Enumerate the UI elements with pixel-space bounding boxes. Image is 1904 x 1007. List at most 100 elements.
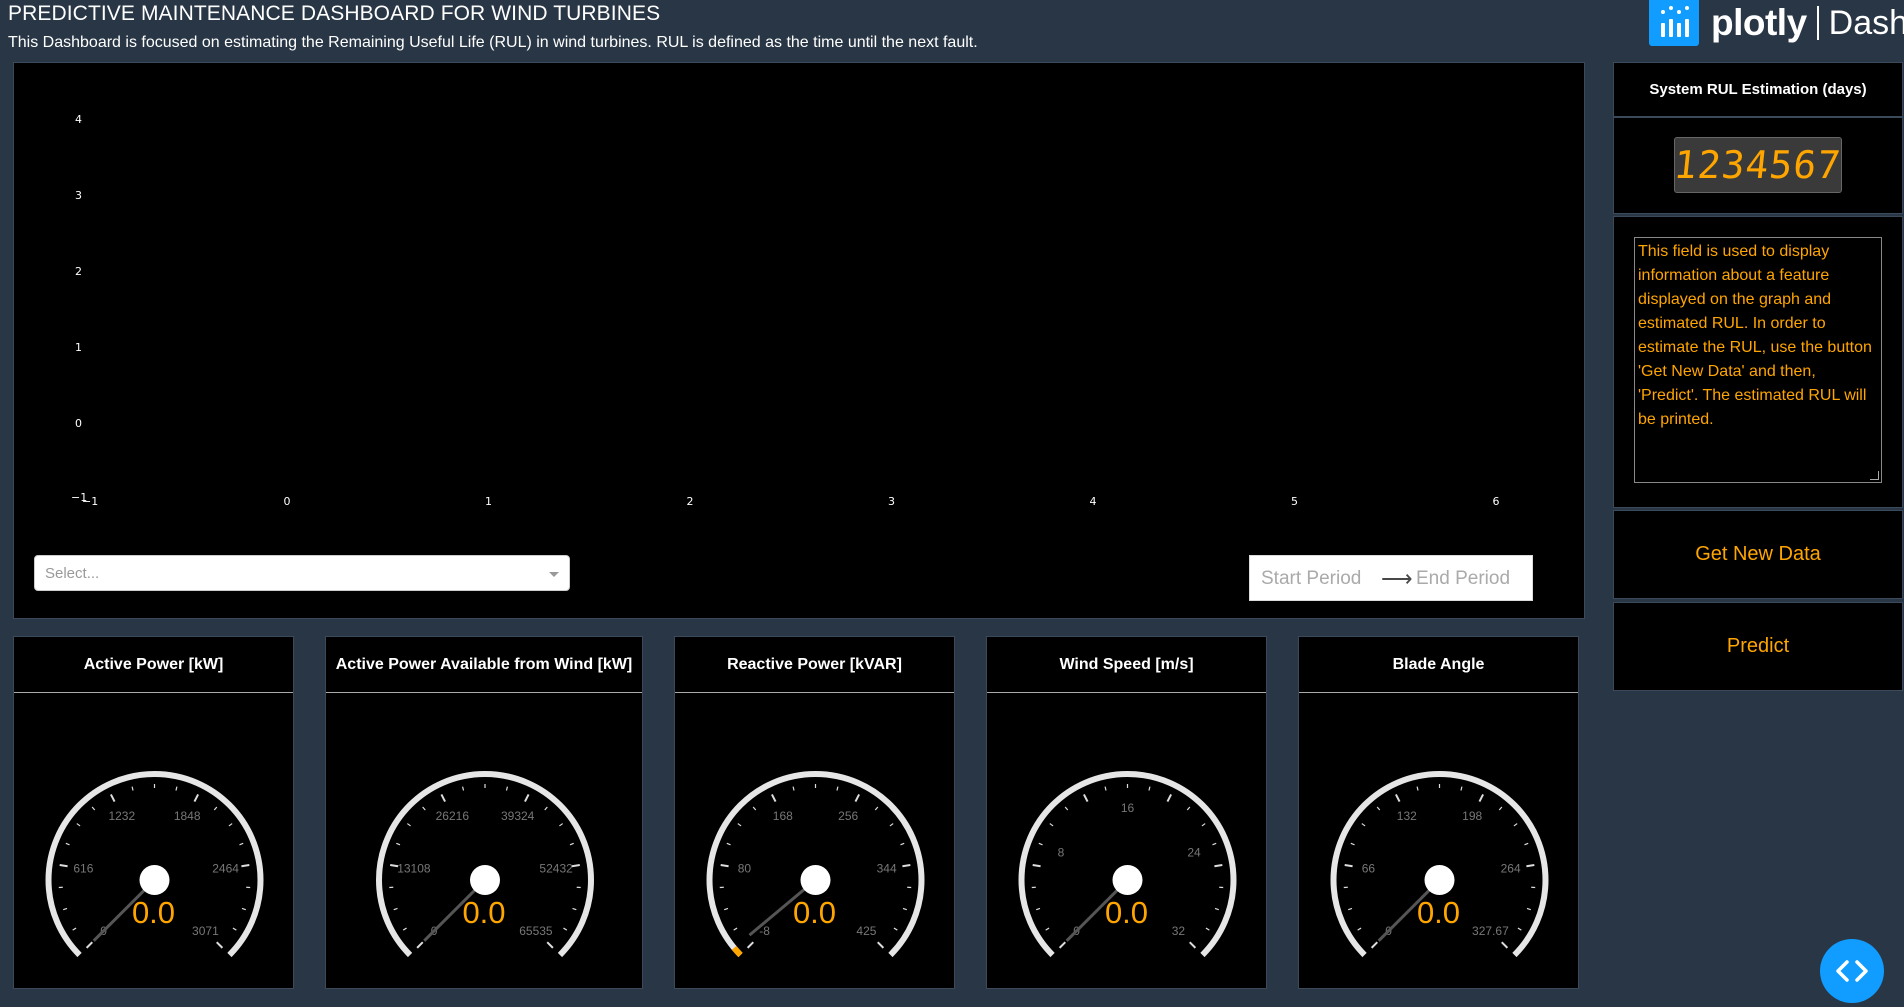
gauge-title: Active Power [kW] [14, 637, 293, 693]
gauge-tick [76, 823, 81, 827]
gauge-tick [737, 823, 742, 827]
chevron-down-icon[interactable] [549, 572, 559, 577]
gauge-tick [406, 823, 411, 827]
gauge-tick [505, 786, 508, 791]
gauge-tick [1513, 823, 1518, 827]
x-axis-tick: 5 [1291, 495, 1298, 508]
gauge-tick [1032, 863, 1041, 868]
gauge-tick-label: 1232 [108, 809, 135, 823]
gauge-tick [175, 786, 178, 791]
gauge-tick-label: 198 [1462, 809, 1482, 823]
gauge-title: Wind Speed [m/s] [987, 637, 1266, 693]
gauge-card: Reactive Power [kVAR] -8 80 168 256 344 425 0.0 [674, 636, 955, 989]
y-axis-tick: 3 [75, 189, 82, 202]
gauge-tick [59, 863, 68, 868]
gauge-tick-label: 132 [1397, 809, 1417, 823]
gauge-card: Active Power Available from Wind [kW]013… [325, 636, 643, 989]
x-axis-tick: −1 [82, 495, 99, 508]
gauge-tick [1049, 823, 1054, 827]
gauge-tick [569, 842, 574, 846]
gauge-title: Reactive Power [kVAR] [675, 637, 954, 693]
gauge-tick-label: 13108 [397, 862, 431, 876]
dash-debug-menu-button[interactable] [1820, 939, 1884, 1003]
gauge-tick [416, 941, 424, 949]
gauge-title: Active Power Available from Wind [kW] [326, 637, 642, 693]
gauge-tick-label: 1848 [174, 809, 201, 823]
feature-select-placeholder: Select... [45, 565, 100, 582]
gauge-dial: 01310826216393245243265535 [376, 771, 594, 958]
gauge-dial: 06161232184824643071 [45, 771, 264, 958]
y-axis-tick: 2 [75, 265, 82, 278]
predict-button[interactable]: Predict [1613, 602, 1903, 691]
resize-handle-icon[interactable] [1870, 471, 1879, 480]
gauge-tick [241, 863, 250, 868]
plotly-wordmark: plotly [1711, 2, 1807, 43]
logo-divider [1816, 6, 1819, 40]
gauge-tick [524, 794, 530, 803]
rul-display-box: 1234567 [1613, 117, 1903, 214]
gauge-tick [1526, 863, 1535, 868]
gauge-tick [1058, 941, 1066, 949]
gauge-tick-label: 24 [1187, 845, 1201, 859]
gauge-tick-label: 26216 [436, 809, 470, 823]
gauge-tick [902, 863, 911, 868]
gauge-title: Blade Angle [1299, 637, 1578, 693]
gauge-tick [1501, 941, 1509, 949]
gauge-tick [1104, 786, 1107, 791]
gauge-tick [1344, 863, 1353, 868]
gauge-tick [1189, 941, 1197, 949]
gauge-tick [1166, 794, 1172, 803]
gauge-level [731, 946, 743, 958]
gauge-tick [65, 842, 70, 846]
gauge-tick [571, 863, 580, 868]
y-axis-tick: 1 [75, 341, 82, 354]
code-brackets-icon [1836, 960, 1868, 982]
gauge-tick-label: 66 [1362, 862, 1376, 876]
gauge-tick-label: 344 [877, 862, 897, 876]
info-box: This field is used to display informatio… [1613, 216, 1903, 508]
get-new-data-button[interactable]: Get New Data [1613, 510, 1903, 599]
rul-title: System RUL Estimation (days) [1649, 81, 1867, 98]
gauge-tick [1376, 806, 1381, 811]
x-axis-tick: 6 [1492, 495, 1500, 508]
gauge-tick [889, 823, 894, 827]
gauge-tick-label: 616 [73, 862, 93, 876]
gauge-tick [1201, 823, 1206, 827]
gauge-tick-label: 168 [773, 809, 793, 823]
rul-led-value: 1234567 [1672, 143, 1844, 187]
gauge-tick [874, 806, 879, 811]
gauge-tick-label: 16 [1121, 801, 1135, 815]
gauge-tick [213, 806, 218, 811]
gauge-tick [877, 941, 885, 949]
arrow-right-icon: ⟶ [1381, 566, 1413, 591]
feature-select-dropdown[interactable]: Select... [34, 555, 570, 591]
date-range-picker[interactable]: Start Period ⟶ End Period [1249, 555, 1533, 601]
gauge-tick [91, 806, 96, 811]
gauge-tick [462, 786, 465, 791]
gauge-tick [193, 794, 199, 803]
end-period-input[interactable]: End Period [1416, 568, 1510, 590]
rul-led-display: 1234567 [1672, 137, 1844, 193]
gauge-tick [900, 842, 905, 846]
get-new-data-label: Get New Data [1695, 543, 1821, 565]
gauge-value: 0.0 [1416, 895, 1461, 930]
gauge-tick [854, 794, 860, 803]
gauge-tick-label: 52432 [539, 862, 573, 876]
gauge-tick-label: 2464 [212, 862, 239, 876]
start-period-input[interactable]: Start Period [1261, 568, 1361, 590]
plotly-dash-logo: plotly Dash [1649, 0, 1904, 46]
gauge-tick [1395, 794, 1401, 803]
gauge-tick [771, 794, 777, 803]
gauge-tick-label: 264 [1501, 862, 1521, 876]
gauge-tick [1460, 786, 1463, 791]
gauge-tick [440, 794, 446, 803]
gauge-tick [110, 794, 116, 803]
x-axis-tick: 2 [686, 495, 694, 508]
info-textarea[interactable]: This field is used to display informatio… [1634, 237, 1882, 483]
gauge-tick [1370, 941, 1378, 949]
gauge-tick [228, 823, 233, 827]
feature-graph-panel: 4 3 2 1 0 −1 −1 0 1 2 3 4 5 6 Select... Start Period… [13, 62, 1585, 619]
gauge-value: 0.0 [131, 895, 176, 930]
gauge-tick [1214, 863, 1223, 868]
gauge-tick [792, 786, 795, 791]
